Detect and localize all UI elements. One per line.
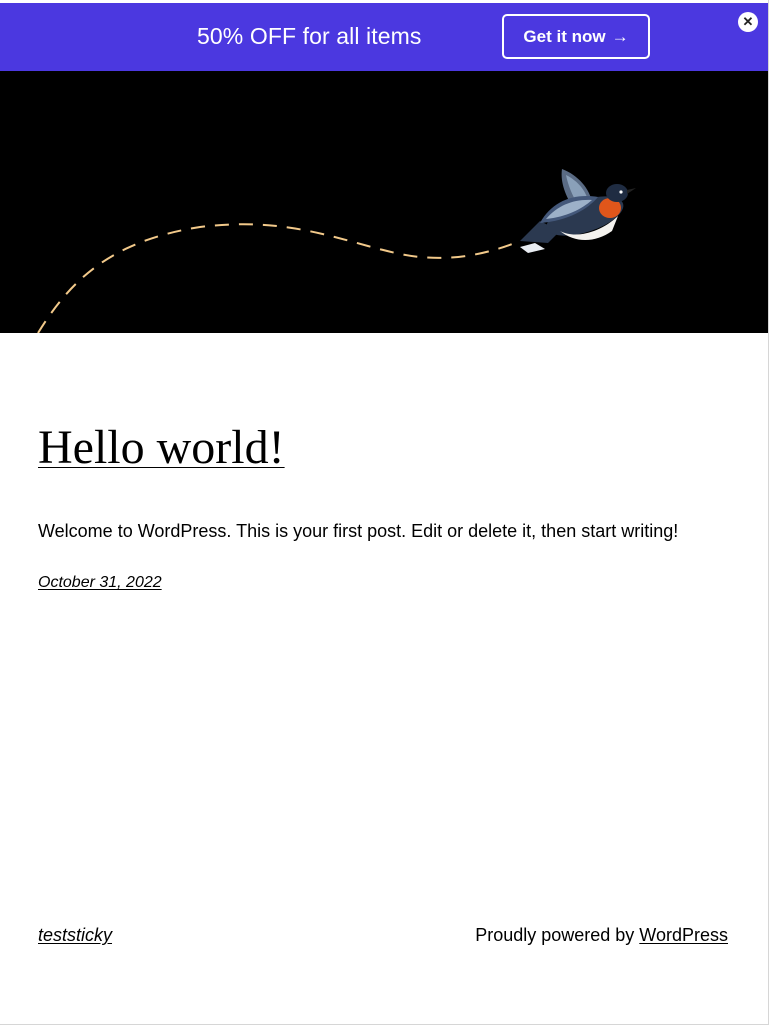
flight-path [37, 223, 521, 333]
bird-illustration [37, 169, 636, 333]
credit-prefix: Proudly powered by [475, 925, 640, 945]
footer-credit: Proudly powered by WordPress [475, 925, 728, 946]
header-image [0, 71, 768, 333]
post-excerpt: Welcome to WordPress. This is your first… [38, 521, 679, 541]
site-title-link[interactable]: teststicky [38, 925, 112, 946]
get-it-now-button[interactable]: Get it now → [502, 14, 650, 59]
close-icon[interactable]: ✕ [738, 12, 758, 32]
arrow-right-icon: → [611, 26, 629, 46]
page: 50% OFF for all items Get it now → ✕ Hel… [0, 0, 769, 1025]
promo-text: 50% OFF for all items [197, 23, 422, 49]
promo-banner: 50% OFF for all items Get it now → ✕ [0, 3, 768, 71]
get-it-now-label: Get it now [523, 26, 606, 46]
bird-icon [520, 169, 636, 253]
post-title-link[interactable]: Hello world! [38, 420, 285, 475]
wordpress-link[interactable]: WordPress [639, 925, 728, 945]
post-date-link[interactable]: October 31, 2022 [38, 574, 162, 592]
